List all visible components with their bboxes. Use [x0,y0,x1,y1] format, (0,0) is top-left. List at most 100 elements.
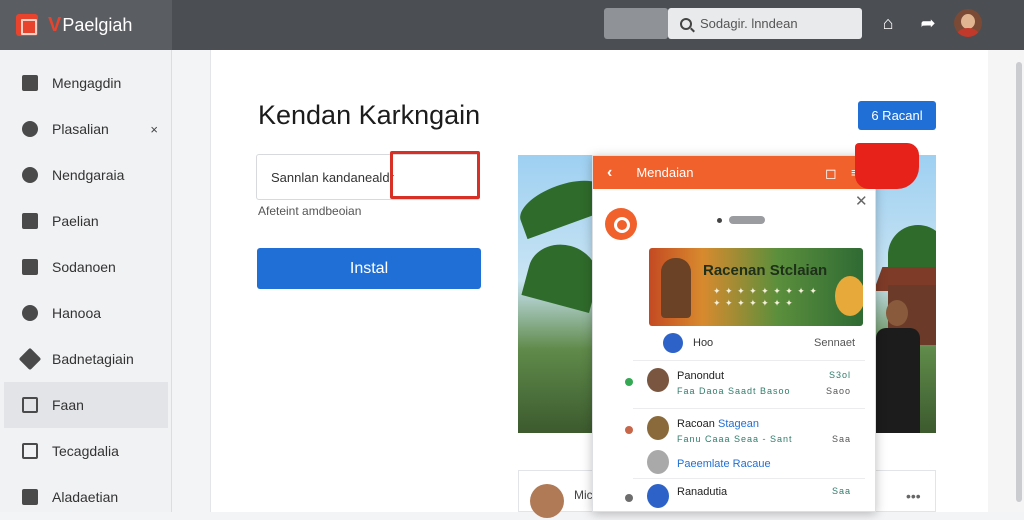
message-meta: Saoo [825,386,851,396]
chevron-left-icon[interactable]: ‹ [607,164,612,182]
status-dot [625,494,633,502]
avatar [647,416,669,440]
app-logo-icon [16,14,38,36]
chat-title: Mendaian [636,165,694,180]
sidebar-item-label: Badnetagiain [52,351,134,367]
close-icon[interactable]: ✕ [855,192,868,210]
chat-bubble-icon[interactable]: ◻ [825,165,837,182]
sidebar-item-label: Plasalian [52,121,109,137]
message-sender-name: Racoan [677,418,715,430]
sidebar-item-label: Aladaetian [52,489,119,505]
share-icon[interactable]: ➦ [917,12,939,34]
indicator-dot [717,218,722,223]
message-preview: Faa Daoa Saadt Basoo [677,386,791,396]
user-avatar[interactable] [954,9,982,37]
drag-handle[interactable] [729,216,765,224]
chat-icon [22,167,38,183]
message-sender: Paeemlate Racaue [677,458,771,470]
list-item[interactable]: Ranadutia Saa [625,480,865,511]
message-sender-accent: Stagean [717,418,759,430]
brand-initial: V [48,13,62,36]
avatar [647,368,669,392]
field-hint: Afeteint amdbeoian [258,204,362,218]
page-title: Kendan Karkngain [258,100,481,130]
sidebar-item-badnetagiain[interactable]: Badnetagiain [4,336,168,382]
more-icon[interactable]: ••• [906,488,921,504]
status-dot [625,378,633,386]
avatar [647,450,669,474]
search-icon [680,17,692,30]
bottom-card-label: Mic [574,488,593,502]
image-icon [22,397,38,413]
chat-panel: ‹ Mendaian ◻ ≡ ✕ Racenan Stclaian ✦ ✦ ✦ … [592,155,876,512]
brand[interactable]: V Paelgiah [0,0,172,50]
message-sender-accent: Paeemlate Racaue [677,458,771,470]
sidebar-item-aladaetian[interactable]: Aladaetian [4,474,168,520]
sidebar-item-plasalian[interactable]: Plasalian × [4,106,168,152]
message-sender: Panondut [677,370,725,382]
sidebar-item-label: Mengagdin [52,75,122,91]
top-bar-button[interactable] [604,8,668,39]
person-head [886,300,908,326]
message-sender: Racoan Stagean [677,418,759,430]
divider [633,478,865,479]
banner-subtitle: ✦ ✦ ✦ ✦ ✦ ✦ ✦ ✦ ✦ [713,286,818,296]
promo-banner[interactable]: Racenan Stclaian ✦ ✦ ✦ ✦ ✦ ✦ ✦ ✦ ✦ ✦ ✦ ✦… [649,248,863,326]
notification-flag [855,143,919,189]
library-icon [22,489,38,505]
search-bar[interactable]: Sodagir. lnndean [668,8,862,39]
sidebar-item-label: Faan [52,397,84,413]
message-time: Saa [831,486,851,496]
chat-logo-icon [605,208,637,240]
document-icon [22,259,38,275]
message-sender: Ranadutia [677,486,728,498]
sidebar-item-label: Paelian [52,213,99,229]
banner-sticker [835,276,863,316]
top-bar: V Paelgiah Sodagir. lnndean ⌂ ➦ [0,0,1024,50]
mail-icon [22,213,38,229]
meta-row: Hoo Sennaet [663,333,863,355]
sidebar-item-hanooa[interactable]: Hanooa [4,290,168,336]
status-dot [625,426,633,434]
sidebar-item-mengagdin[interactable]: Mengagdin [4,60,168,106]
home-icon[interactable]: ⌂ [877,12,899,34]
gear-icon [22,121,38,137]
folder-icon [22,75,38,91]
sidebar-item-nendgaraia[interactable]: Nendgaraia [4,152,168,198]
search-input[interactable]: Sodagir. lnndean [700,16,798,31]
divider [633,408,865,409]
person-body [876,328,920,433]
send-icon [18,347,42,371]
sidebar-item-paelian[interactable]: Paelian [4,198,168,244]
banner-subtitle-2: ✦ ✦ ✦ ✦ ✦ ✦ ✦ [713,298,794,308]
avatar [663,333,683,353]
sidebar-item-label: Nendgaraia [52,167,125,183]
sidebar-item-label: Tecagdalia [52,443,119,459]
sidebar-item-label: Hanooa [52,305,102,321]
avatar [530,484,564,518]
sidebar-item-faan[interactable]: Faan [4,382,168,428]
install-button[interactable]: Instal [257,248,481,289]
message-time: Saa [831,434,851,444]
avatar [647,484,669,508]
brand-name: Paelgiah [62,14,133,35]
person [874,300,922,433]
message-time: S3ol [828,370,851,380]
list-item[interactable]: Panondut Faa Daoa Saadt Basoo S3ol Saoo [625,364,865,408]
meta-left-label: Hoo [693,337,714,349]
sidebar-item-label: Sodanoen [52,259,116,275]
banner-figure [661,258,691,318]
sidebar-item-tecagdalia[interactable]: Tecagdalia [4,428,168,474]
install-top-button[interactable]: 6 Racanl [858,101,936,130]
meta-right-label: Sennaet [814,337,855,349]
page-icon [22,443,38,459]
banner-title: Racenan Stclaian [703,262,828,279]
divider [633,360,865,361]
sidebar: Mengagdin Plasalian × Nendgaraia Paelian… [0,50,172,512]
scrollbar-thumb[interactable] [1016,62,1022,502]
search-icon [22,305,38,321]
close-icon[interactable]: × [150,122,158,137]
highlight-box [390,151,480,199]
message-preview: Fanu Caaa Seaa - Sant [677,434,793,444]
sidebar-item-sodanoen[interactable]: Sodanoen [4,244,168,290]
